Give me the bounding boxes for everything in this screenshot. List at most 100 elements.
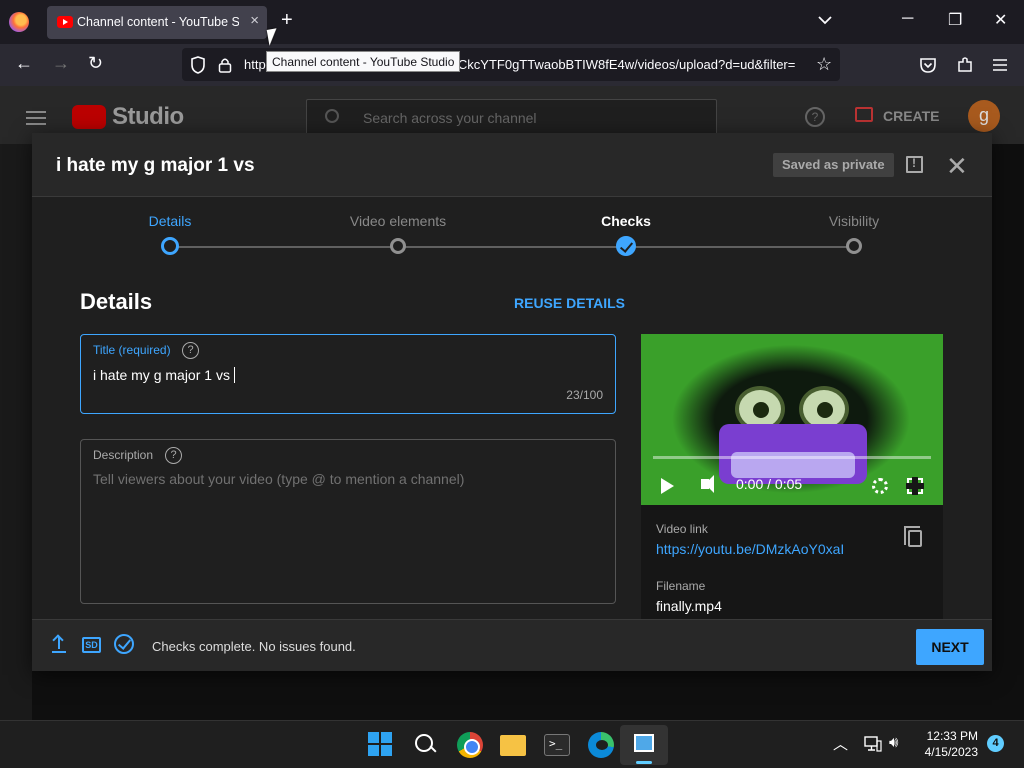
pocket-icon[interactable] <box>919 56 937 74</box>
app-menu-icon[interactable] <box>992 58 1008 72</box>
play-icon[interactable] <box>661 478 674 494</box>
taskbar-clock[interactable]: 12:33 PM 4/15/2023 <box>914 728 978 760</box>
saved-status-badge: Saved as private <box>773 153 894 177</box>
section-title: Details <box>80 289 153 314</box>
step-checks-label[interactable]: Checks <box>556 213 696 229</box>
edge-icon[interactable] <box>588 732 614 758</box>
reload-icon[interactable]: ↻ <box>88 53 103 74</box>
next-button[interactable]: NEXT <box>916 629 984 665</box>
title-field[interactable]: Title (required) ? i hate my g major 1 v… <box>80 334 616 414</box>
step-video-elements-dot[interactable] <box>390 238 406 254</box>
tab-title: Channel content - YouTube Studio <box>77 15 239 29</box>
browser-tab-active[interactable]: Channel content - YouTube Studio × <box>47 6 267 39</box>
description-input[interactable]: Tell viewers about your video (type @ to… <box>93 471 464 487</box>
help-icon[interactable]: ? <box>805 107 825 127</box>
filename-value: finally.mp4 <box>656 598 722 614</box>
avatar[interactable]: g <box>968 100 1000 132</box>
file-explorer-icon[interactable] <box>500 735 526 756</box>
forward-arrow-icon[interactable]: → <box>52 53 70 74</box>
upload-dialog: i hate my g major 1 vs Saved as private … <box>32 133 992 671</box>
description-field-label: Description <box>93 448 154 462</box>
step-visibility-label[interactable]: Visibility <box>784 213 924 229</box>
minimize-button[interactable]: ─ <box>902 10 913 28</box>
youtube-favicon-icon <box>57 16 73 28</box>
chrome-icon[interactable] <box>457 732 483 758</box>
gear-icon[interactable] <box>872 478 888 494</box>
shield-icon[interactable] <box>190 56 206 74</box>
menu-icon[interactable] <box>26 111 46 125</box>
stepper-line <box>398 246 626 248</box>
active-window-app-icon[interactable] <box>620 725 668 765</box>
report-icon[interactable] <box>906 156 923 173</box>
title-input[interactable]: i hate my g major 1 vs <box>93 367 235 383</box>
new-tab-button[interactable]: + <box>281 9 293 32</box>
title-input-value: i hate my g major 1 vs <box>93 367 230 383</box>
step-video-elements-label[interactable]: Video elements <box>328 213 468 229</box>
title-field-label: Title (required) <box>93 343 171 357</box>
studio-logo-text[interactable]: Studio <box>112 103 184 131</box>
browser-navbar: ← → ↻ https://studio.youtube.com/channel… <box>0 44 1024 86</box>
app-window-icon <box>634 734 654 752</box>
video-progress-bar[interactable] <box>653 456 931 459</box>
taskbar-search-icon[interactable] <box>413 732 439 758</box>
maximize-button[interactable]: ❐ <box>948 10 962 30</box>
copy-icon[interactable] <box>904 526 922 547</box>
notification-badge[interactable]: 4 <box>987 735 1004 752</box>
active-indicator <box>636 761 652 764</box>
video-player[interactable]: 0:00 / 0:05 <box>641 334 943 505</box>
checks-complete-icon[interactable] <box>114 634 134 654</box>
stepper-line <box>626 246 854 248</box>
window-close-button[interactable]: ✕ <box>994 10 1007 30</box>
fullscreen-icon[interactable] <box>906 477 924 495</box>
clock-date: 4/15/2023 <box>924 745 978 759</box>
tray-chevron-up-icon[interactable]: ︿ <box>833 733 848 754</box>
upload-stepper: Details Video elements Checks Visibility <box>32 197 992 277</box>
title-char-count: 23/100 <box>566 388 603 402</box>
bookmark-star-icon[interactable]: ☆ <box>816 54 832 75</box>
upload-arrow-icon[interactable] <box>52 635 66 653</box>
filename-label: Filename <box>656 579 706 593</box>
step-details-label[interactable]: Details <box>100 213 240 229</box>
sd-quality-icon[interactable]: SD <box>82 637 101 653</box>
windows-start-icon[interactable] <box>368 732 394 758</box>
back-arrow-icon[interactable]: ← <box>15 53 33 74</box>
youtube-logo-icon[interactable] <box>72 105 106 129</box>
video-time: 0:00 / 0:05 <box>736 476 803 492</box>
create-label: CREATE <box>883 108 940 124</box>
tab-close-icon[interactable]: × <box>250 12 259 29</box>
description-field[interactable]: Description ? Tell viewers about your vi… <box>80 439 616 604</box>
dialog-body: Details Video elements Checks Visibility… <box>32 197 992 624</box>
step-visibility-dot[interactable] <box>846 238 862 254</box>
clock-time: 12:33 PM <box>926 729 978 743</box>
network-icon[interactable] <box>864 736 882 752</box>
video-preview-panel: 0:00 / 0:05 Video link https://youtu.be/… <box>641 334 943 624</box>
text-caret <box>233 367 235 383</box>
terminal-icon[interactable] <box>544 734 570 756</box>
video-link[interactable]: https://youtu.be/DMzkAoY0xaI <box>656 541 844 557</box>
step-checks-check-icon[interactable] <box>616 236 636 256</box>
volume-icon[interactable]: 🔊︎ <box>889 734 898 751</box>
lock-icon[interactable] <box>218 57 232 73</box>
step-details-dot[interactable] <box>161 237 179 255</box>
checks-status-text: Checks complete. No issues found. <box>152 639 356 654</box>
reuse-details-button[interactable]: REUSE DETAILS <box>514 295 625 311</box>
browser-tabstrip: Channel content - YouTube Studio × + ─ ❐… <box>0 0 1024 44</box>
search-icon <box>325 109 339 123</box>
create-button[interactable]: CREATE <box>845 98 945 134</box>
dialog-title: i hate my g major 1 vs <box>56 155 255 176</box>
studio-sidebar <box>0 144 32 720</box>
dialog-footer: SD Checks complete. No issues found. NEX… <box>32 619 992 671</box>
create-video-icon <box>855 107 873 122</box>
help-icon[interactable]: ? <box>165 447 182 464</box>
windows-taskbar: ︿ 🔊︎ 12:33 PM 4/15/2023 4 <box>0 720 1024 768</box>
video-link-label: Video link <box>656 522 708 536</box>
close-icon[interactable]: ✕ <box>946 151 968 182</box>
extensions-icon[interactable] <box>956 56 974 74</box>
volume-icon[interactable] <box>701 475 714 493</box>
chevron-down-icon[interactable] <box>817 12 833 28</box>
channel-search-input[interactable]: Search across your channel <box>306 99 717 135</box>
firefox-icon[interactable] <box>9 12 29 32</box>
search-placeholder: Search across your channel <box>363 110 537 126</box>
help-icon[interactable]: ? <box>182 342 199 359</box>
stepper-line <box>170 246 398 248</box>
